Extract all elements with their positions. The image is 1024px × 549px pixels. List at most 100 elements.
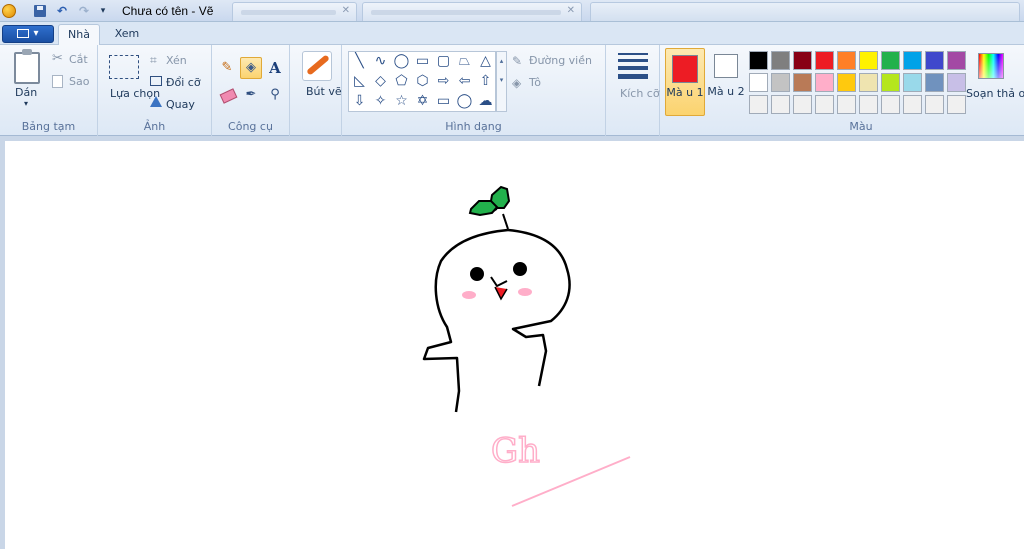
shape-option[interactable]: ▭ <box>434 92 453 111</box>
brush-icon[interactable] <box>302 51 332 81</box>
close-icon[interactable]: ✕ <box>567 5 575 16</box>
shape-option[interactable]: ☁ <box>476 92 495 111</box>
palette-swatch[interactable] <box>947 51 966 70</box>
paste-button-label[interactable]: Dán <box>15 86 37 99</box>
shape-option[interactable]: ▢ <box>434 52 453 71</box>
edit-colors-button[interactable]: Soạn thả o màu <box>966 87 1024 100</box>
rotate-button[interactable]: Quay <box>166 98 195 111</box>
shape-option[interactable]: ▭ <box>413 52 432 71</box>
color-picker-icon[interactable]: ✒ <box>240 84 262 106</box>
shapes-scroll[interactable]: ▴ ▾ <box>496 51 507 112</box>
palette-swatch[interactable] <box>903 73 922 92</box>
redo-button[interactable]: ↷ <box>76 3 92 19</box>
color1-button[interactable]: Mà u 1 <box>665 48 705 116</box>
shape-option[interactable]: ✡ <box>413 92 432 111</box>
palette-swatch[interactable] <box>947 73 966 92</box>
palette-swatch[interactable] <box>749 51 768 70</box>
palette-swatch[interactable] <box>859 95 878 114</box>
shape-option[interactable]: ⇨ <box>434 72 453 91</box>
shape-option[interactable]: ☆ <box>392 92 411 111</box>
group-label: Bảng tạm <box>21 120 76 133</box>
text-tool-icon[interactable]: A <box>264 57 286 79</box>
shape-option[interactable]: ✧ <box>371 92 390 111</box>
background-window-tab[interactable]: ✕ <box>362 2 582 21</box>
tab-view[interactable]: Xem <box>104 24 150 46</box>
palette-swatch[interactable] <box>815 51 834 70</box>
palette-swatch[interactable] <box>837 51 856 70</box>
right-eye <box>513 262 527 276</box>
shape-option[interactable]: △ <box>476 52 495 71</box>
color2-label: Mà u 2 <box>707 85 745 98</box>
palette-swatch[interactable] <box>837 95 856 114</box>
shape-option[interactable]: ╲ <box>350 52 369 71</box>
palette-swatch[interactable] <box>881 73 900 92</box>
shape-option[interactable]: ⇦ <box>455 72 474 91</box>
tab-home[interactable]: Nhà <box>58 24 100 46</box>
palette-swatch[interactable] <box>903 95 922 114</box>
customize-quick-access-button[interactable]: ▾ <box>97 3 109 19</box>
shape-option[interactable]: ⇩ <box>350 92 369 111</box>
cut-button[interactable]: Cắt <box>69 53 88 66</box>
color2-button[interactable]: Mà u 2 <box>707 48 747 116</box>
background-window-tab[interactable]: ✕ <box>232 2 357 21</box>
shape-option[interactable]: ◯ <box>392 52 411 71</box>
shape-option[interactable]: ⏢ <box>455 52 474 71</box>
select-icon[interactable] <box>109 55 139 79</box>
palette-swatch[interactable] <box>815 95 834 114</box>
eraser-icon[interactable] <box>216 84 238 106</box>
palette-swatch[interactable] <box>815 73 834 92</box>
shape-option[interactable]: ◺ <box>350 72 369 91</box>
menu-icon <box>17 28 30 38</box>
edit-colors-icon[interactable] <box>978 53 1004 79</box>
undo-button[interactable]: ↶ <box>54 3 70 19</box>
palette-swatch[interactable] <box>947 95 966 114</box>
crop-button[interactable]: Xén <box>166 54 187 67</box>
copy-button[interactable]: Sao <box>69 75 89 88</box>
palette-swatch[interactable] <box>859 73 878 92</box>
palette-swatch[interactable] <box>793 73 812 92</box>
file-menu-button[interactable]: ▾ <box>2 25 54 43</box>
palette-swatch[interactable] <box>881 51 900 70</box>
palette-swatch[interactable] <box>749 95 768 114</box>
background-window-tab[interactable] <box>590 2 1020 21</box>
chevron-down-icon[interactable]: ▾ <box>24 99 28 108</box>
palette-swatch[interactable] <box>771 73 790 92</box>
rotate-icon <box>150 96 162 107</box>
group-label: Hình dạng <box>445 120 502 133</box>
shape-option[interactable]: ◇ <box>371 72 390 91</box>
pencil-icon[interactable]: ✎ <box>216 57 238 79</box>
magnifier-icon[interactable]: ⚲ <box>264 84 286 106</box>
outline-button[interactable]: Đường viền <box>529 54 592 67</box>
drawing-canvas[interactable]: Gh <box>5 141 1024 549</box>
palette-swatch[interactable] <box>793 95 812 114</box>
fill-bucket-icon[interactable]: ◈ <box>240 57 262 79</box>
shape-option[interactable]: ◯ <box>455 92 474 111</box>
paint-app-icon[interactable] <box>2 4 16 18</box>
shape-option[interactable]: ∿ <box>371 52 390 71</box>
size-button[interactable]: Kích cỡ <box>620 87 660 100</box>
palette-swatch[interactable] <box>925 73 944 92</box>
palette-swatch[interactable] <box>771 95 790 114</box>
palette-swatch[interactable] <box>925 95 944 114</box>
shape-option[interactable]: ⬡ <box>413 72 432 91</box>
shape-fill-button[interactable]: Tô <box>529 76 541 89</box>
palette-swatch[interactable] <box>837 73 856 92</box>
resize-button[interactable]: Đổi cỡ <box>166 76 201 89</box>
shape-option[interactable]: ⬠ <box>392 72 411 91</box>
palette-swatch[interactable] <box>749 73 768 92</box>
palette-swatch[interactable] <box>793 51 812 70</box>
palette-swatch[interactable] <box>859 51 878 70</box>
close-icon[interactable]: ✕ <box>342 5 350 16</box>
copy-icon <box>52 75 63 88</box>
palette-swatch[interactable] <box>771 51 790 70</box>
palette-swatch[interactable] <box>903 51 922 70</box>
brush-button[interactable]: Bút vẽ <box>306 85 342 98</box>
left-blush <box>462 291 476 299</box>
palette-swatch[interactable] <box>925 51 944 70</box>
save-button[interactable] <box>32 3 48 19</box>
select-button[interactable]: Lựa chọn <box>110 87 160 100</box>
shape-option[interactable]: ⇧ <box>476 72 495 91</box>
line-size-icon[interactable] <box>618 53 648 83</box>
paste-icon[interactable] <box>14 49 40 84</box>
palette-swatch[interactable] <box>881 95 900 114</box>
